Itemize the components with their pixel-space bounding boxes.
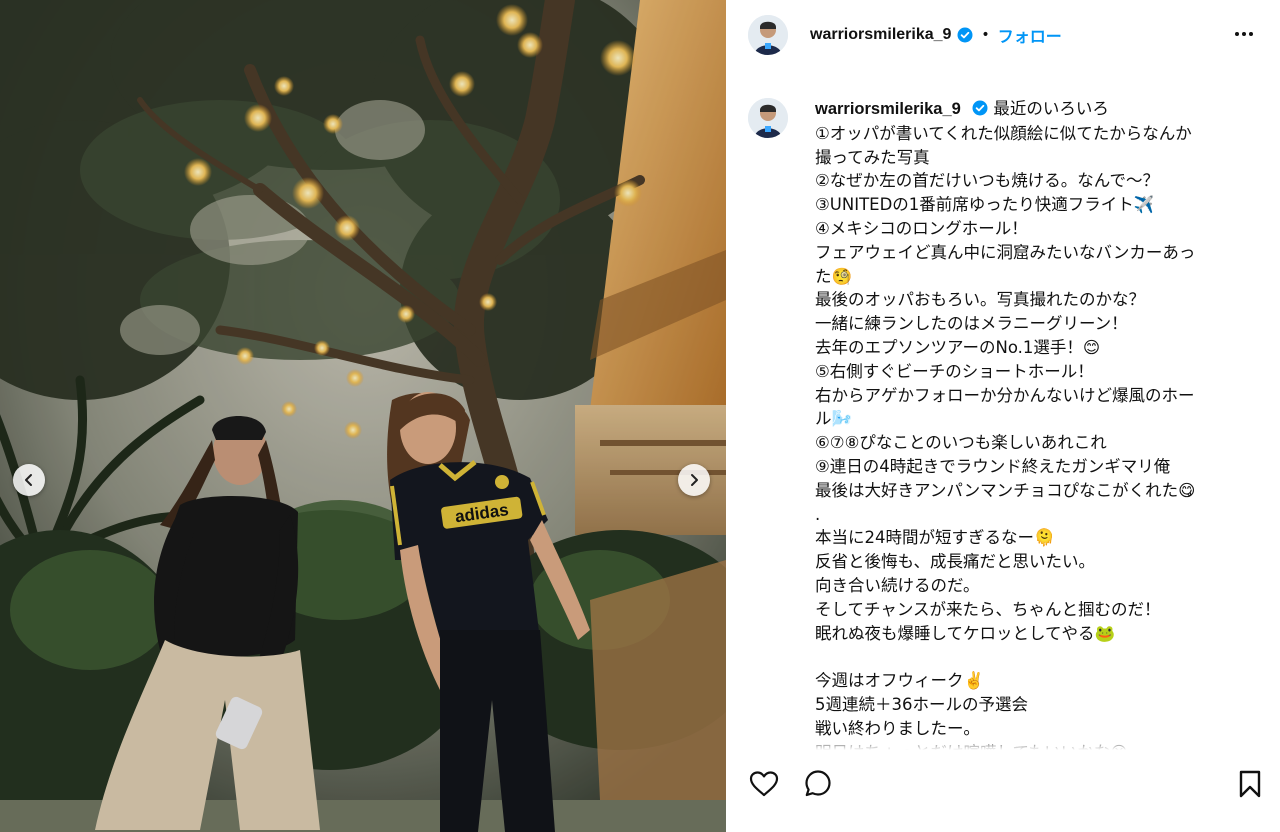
caption-line: ②なぜか左の首だけいつも焼ける。なんで〜？ <box>815 171 1159 191</box>
comment-button[interactable] <box>802 768 834 800</box>
caption-line: 向き合い続けるのだ。 <box>815 575 980 595</box>
next-comment-peek <box>748 826 1268 832</box>
caption-first-text: 最近のいろいろ <box>993 99 1109 118</box>
caption-line: そしてチャンスが来たら、ちゃんと掴むのだ！ <box>815 599 1161 619</box>
caption-line: ①オッパが書いてくれた似顔絵に似てたからなんか <box>815 123 1192 143</box>
caption-first-line: warriorsmilerika_9 最近のいろいろ <box>815 97 1255 122</box>
caption-line: ③UNITEDの1番前席ゆったり快適フライト✈️ <box>815 195 1155 215</box>
caption-avatar[interactable] <box>748 98 788 138</box>
post-actions <box>726 768 1280 812</box>
like-button[interactable] <box>748 768 780 800</box>
more-options-button[interactable] <box>1232 22 1256 46</box>
profile-picture <box>748 15 788 55</box>
post-photo: adidas <box>0 0 726 832</box>
caption-line: 最後のオッパおもろい。写真撮れたのかな？ <box>815 290 1145 310</box>
caption-line: ル🌬️ <box>815 409 853 429</box>
caption-area: warriorsmilerika_9 最近のいろいろ ①オッパが書いてくれた似顔… <box>726 90 1280 750</box>
post-media: adidas <box>0 0 726 832</box>
caption-line: 反省と後悔も、成長痛だと思いたい。 <box>815 552 1096 572</box>
post-sidebar: warriorsmilerika_9 • フォロー warriorsmileri… <box>726 0 1280 832</box>
caption-line: 一緒に練ランしたのはメラニーグリーン！ <box>815 314 1128 334</box>
caption-line: 眠れぬ夜も爆睡してケロッとしてやる🐸 <box>815 623 1116 643</box>
verified-badge-icon <box>972 100 988 116</box>
caption-line: 5週連続＋36ホールの予選会 <box>815 694 1028 714</box>
avatar[interactable] <box>748 15 788 55</box>
caption-fade <box>726 736 1280 750</box>
caption-line: ⑤右側すぐビーチのショートホール！ <box>815 361 1094 381</box>
caption-lines: ①オッパが書いてくれた似顔絵に似てたからなんか 撮ってみた写真 ②なぜか左の首だけい… <box>815 122 1255 750</box>
more-horizontal-icon <box>1235 32 1253 36</box>
chevron-left-icon <box>25 474 32 486</box>
caption-line: ⑨連日の4時起きでラウンド終えたガンギマリ俺 <box>815 456 1171 476</box>
caption-line: 右からアゲかフォローか分かんないけど爆風のホー <box>815 385 1195 405</box>
save-button[interactable] <box>1234 768 1266 800</box>
caption-line: 最後は大好きアンパンマンチョコぴなこがくれた😋 <box>815 480 1196 500</box>
header-separator: • <box>981 27 990 43</box>
caption-line: ⑥⑦⑧ぴなことのいつも楽しいあれこれ <box>815 433 1107 453</box>
caption-line: た🧐 <box>815 266 853 286</box>
carousel-next-button[interactable] <box>678 464 710 496</box>
chevron-right-icon <box>691 474 698 486</box>
comment-icon <box>805 770 831 797</box>
post-header: warriorsmilerika_9 • フォロー <box>726 0 1280 70</box>
verified-badge-icon <box>957 27 973 43</box>
caption-line <box>815 645 1255 669</box>
caption-line: フェアウェイど真ん中に洞窟みたいなバンカーあっ <box>815 242 1196 262</box>
carousel-prev-button[interactable] <box>13 464 45 496</box>
caption-line: 今週はオフウィーク✌️ <box>815 671 985 691</box>
caption-line: 本当に24時間が短すぎるなー🫠 <box>815 528 1055 548</box>
caption-line: 去年のエプソンツアーのNo.1選手！😊 <box>815 337 1101 357</box>
bookmark-icon <box>1239 770 1261 798</box>
caption-line: 撮ってみた写真 <box>815 147 930 167</box>
header-username[interactable]: warriorsmilerika_9 <box>810 26 951 44</box>
caption-text: warriorsmilerika_9 最近のいろいろ ①オッパが書いてくれた似顔… <box>815 97 1255 750</box>
profile-picture <box>748 98 788 138</box>
caption-line: ④メキシコのロングホール！ <box>815 218 1028 238</box>
caption-line: . <box>815 504 821 524</box>
caption-username[interactable]: warriorsmilerika_9 <box>815 100 961 118</box>
follow-button[interactable]: フォロー <box>998 23 1062 47</box>
heart-icon <box>749 771 779 797</box>
